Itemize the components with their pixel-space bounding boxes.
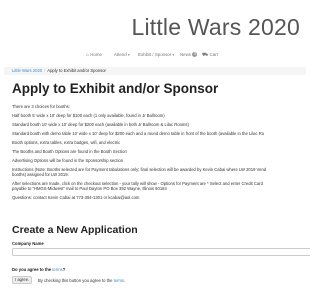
nav-news-label: News [180, 52, 191, 57]
breadcrumb-home-link[interactable]: Little Wars 2020 [12, 68, 42, 73]
agree-terms-link[interactable]: terms [114, 278, 124, 283]
cart-icon: ⛟ [202, 52, 209, 58]
application-heading: Create a New Application [12, 224, 138, 236]
agree-button[interactable]: I agree. [12, 276, 33, 284]
breadcrumb-current: Apply to Exhibit and/or Sponsor [47, 68, 106, 73]
booth-option-standard: Standard booth 10' wide x 10' deep for $… [12, 122, 189, 127]
navbar: ⌂ Home Attend ▾ Exhibit / Sponsor ▾ News… [0, 50, 310, 64]
booth-option-demo: Standard booth with demo table 10' wide … [12, 131, 265, 136]
caret-down-icon: ▾ [172, 53, 175, 57]
site-title: Little Wars 2020 [131, 14, 300, 40]
nav-cart-label: Cart [209, 52, 218, 57]
company-name-label: Company Name [12, 241, 44, 246]
nav-exhibit-label: Exhibit / Sponsor [138, 52, 172, 57]
nav-attend-label: Attend [114, 52, 127, 57]
agree-text-prefix: By checking this button you agree to the [38, 277, 114, 283]
agree-text-suffix: . [124, 277, 126, 283]
terms-link[interactable]: terms [52, 267, 62, 272]
nav-item-home[interactable]: ⌂ Home [86, 52, 102, 58]
caret-down-icon: ▾ [127, 53, 130, 57]
instructions-text-cont: booths) assigned for LW 2019: [12, 172, 69, 177]
site-header: Little Wars 2020 [0, 0, 310, 46]
breadcrumb: Little Wars 2020/Apply to Exhibit and/or… [4, 67, 306, 75]
booth-section-text: The Booths and Booth Options are found i… [12, 149, 127, 154]
contact-text: Questions: contact Kevin Cabai at 773-39… [12, 195, 140, 200]
breadcrumb-separator: / [44, 68, 46, 73]
nav-item-attend[interactable]: Attend ▾ [114, 52, 130, 57]
nav-item-exhibit[interactable]: Exhibit / Sponsor ▾ [138, 52, 174, 57]
nav-item-cart[interactable]: ⛟ Cart [202, 52, 218, 59]
home-icon: ⌂ [86, 52, 90, 58]
agree-description: By checking this button you agree to the… [38, 278, 125, 283]
terms-question: Do you agree to the terms? [12, 267, 65, 272]
nav-item-news[interactable]: News 0 [180, 52, 198, 58]
checkout-text-cont: payable to "HMGS-Midwest" mail to Paul D… [12, 186, 167, 191]
terms-question-prefix: Do you agree to the [12, 267, 53, 272]
terms-question-suffix: ? [62, 267, 66, 272]
page-title: Apply to Exhibit and/or Sponsor [12, 81, 219, 96]
nav-home-label: Home [90, 52, 102, 57]
news-count-badge: 0 [192, 52, 198, 58]
booth-option-half: Half booth 5' wide x 10' deep for $100 e… [12, 113, 165, 118]
intro-text: There are 3 choices for booths: [12, 104, 70, 109]
company-name-input[interactable] [12, 248, 310, 256]
advertising-text: Advertising Options will be found in the… [12, 158, 124, 163]
booth-options-text: Booth options, extra tables, extra badge… [12, 140, 121, 145]
